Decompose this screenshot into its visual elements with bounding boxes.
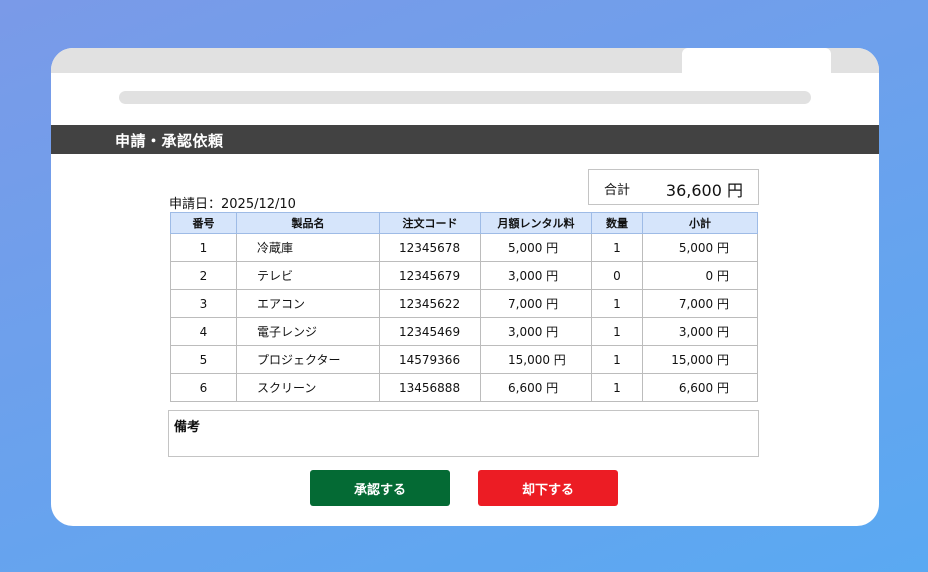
cell-monthly-fee: 3,000 円 <box>480 317 592 346</box>
cell-subtotal: 3,000 円 <box>642 317 758 346</box>
cell-subtotal: 7,000 円 <box>642 289 758 318</box>
active-tab[interactable]: ✕ <box>682 48 831 73</box>
header-number: 番号 <box>170 212 237 234</box>
items-table: 番号 製品名 注文コード 月額レンタル料 数量 小計 1 冷蔵庫 1234567… <box>170 212 758 402</box>
notes-field[interactable]: 備考 <box>168 410 759 457</box>
header-order-code: 注文コード <box>379 212 481 234</box>
total-value: 36,600 円 <box>665 181 743 200</box>
table-row: 1 冷蔵庫 12345678 5,000 円 1 5,000 円 <box>170 233 758 262</box>
cell-subtotal: 0 円 <box>642 261 758 290</box>
cell-product-name: 電子レンジ <box>236 317 380 346</box>
cell-number: 4 <box>170 317 237 346</box>
approve-button[interactable]: 承認する <box>310 470 450 506</box>
date-value: 2025/12/10 <box>221 197 296 212</box>
table-header-row: 番号 製品名 注文コード 月額レンタル料 数量 小計 <box>170 212 758 234</box>
table-row: 2 テレビ 12345679 3,000 円 0 0 円 <box>170 261 758 290</box>
cell-order-code: 14579366 <box>379 345 481 374</box>
cell-subtotal: 15,000 円 <box>642 345 758 374</box>
cell-number: 3 <box>170 289 237 318</box>
address-bar[interactable] <box>119 91 811 104</box>
cell-monthly-fee: 6,600 円 <box>480 373 592 402</box>
cell-quantity: 0 <box>591 261 643 290</box>
cell-quantity: 1 <box>591 317 643 346</box>
cell-number: 5 <box>170 345 237 374</box>
table-row: 6 スクリーン 13456888 6,600 円 1 6,600 円 <box>170 373 758 402</box>
cell-product-name: プロジェクター <box>236 345 380 374</box>
table-row: 4 電子レンジ 12345469 3,000 円 1 3,000 円 <box>170 317 758 346</box>
table-row: 3 エアコン 12345622 7,000 円 1 7,000 円 <box>170 289 758 318</box>
cell-number: 6 <box>170 373 237 402</box>
cell-order-code: 12345678 <box>379 233 481 262</box>
page-title: 申請・承認依頼 <box>115 132 224 150</box>
tab-bar: ✕ <box>51 48 879 73</box>
cell-order-code: 12345679 <box>379 261 481 290</box>
page-header: 申請・承認依頼 <box>51 125 879 154</box>
cell-product-name: エアコン <box>236 289 380 318</box>
date-label: 申請日： <box>169 197 222 212</box>
header-quantity: 数量 <box>591 212 643 234</box>
cell-product-name: スクリーン <box>236 373 380 402</box>
header-monthly-fee: 月額レンタル料 <box>480 212 592 234</box>
cell-subtotal: 5,000 円 <box>642 233 758 262</box>
cell-quantity: 1 <box>591 233 643 262</box>
cell-order-code: 13456888 <box>379 373 481 402</box>
cell-order-code: 12345469 <box>379 317 481 346</box>
cell-monthly-fee: 15,000 円 <box>480 345 592 374</box>
cell-number: 2 <box>170 261 237 290</box>
cell-quantity: 1 <box>591 345 643 374</box>
cell-subtotal: 6,600 円 <box>642 373 758 402</box>
cell-product-name: テレビ <box>236 261 380 290</box>
notes-label: 備考 <box>174 420 201 435</box>
total-box: 合計 36,600 円 <box>588 169 759 205</box>
browser-window: ✕ 申請・承認依頼 合計 36,600 円 申請日：2025/12/10 番号 … <box>51 48 879 526</box>
cell-quantity: 1 <box>591 373 643 402</box>
cell-monthly-fee: 5,000 円 <box>480 233 592 262</box>
header-subtotal: 小計 <box>642 212 758 234</box>
reject-button[interactable]: 却下する <box>478 470 618 506</box>
table-row: 5 プロジェクター 14579366 15,000 円 1 15,000 円 <box>170 345 758 374</box>
cell-order-code: 12345622 <box>379 289 481 318</box>
cell-monthly-fee: 7,000 円 <box>480 289 592 318</box>
header-product-name: 製品名 <box>236 212 380 234</box>
cell-number: 1 <box>170 233 237 262</box>
total-label: 合計 <box>604 183 631 198</box>
cell-monthly-fee: 3,000 円 <box>480 261 592 290</box>
application-date: 申請日：2025/12/10 <box>169 193 296 212</box>
cell-quantity: 1 <box>591 289 643 318</box>
cell-product-name: 冷蔵庫 <box>236 233 380 262</box>
